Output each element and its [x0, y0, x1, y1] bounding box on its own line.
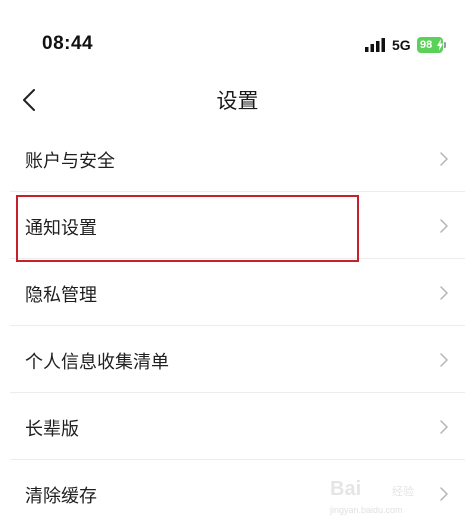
settings-item-account-security[interactable]: 账户与安全 [0, 125, 475, 192]
settings-item-label: 长辈版 [25, 419, 79, 440]
chevron-right-icon [440, 219, 448, 233]
settings-item-personal-info-list[interactable]: 个人信息收集清单 [0, 326, 475, 393]
page-title: 设置 [216, 89, 259, 113]
chevron-right-icon [440, 152, 448, 166]
settings-item-label: 隐私管理 [25, 285, 97, 306]
chevron-right-icon [440, 353, 448, 367]
nav-bar: 设置 [0, 75, 475, 123]
battery-cap [444, 42, 446, 48]
settings-item-label: 通知设置 [25, 218, 97, 239]
settings-item-notifications[interactable]: 通知设置 [0, 192, 475, 259]
chevron-right-icon [440, 286, 448, 300]
settings-list: 账户与安全 通知设置 隐私管理 个人信息收集清单 长辈版 清除缓存 [0, 125, 475, 527]
network-label: 5G [392, 37, 411, 53]
settings-item-elder-mode[interactable]: 长辈版 [0, 393, 475, 460]
settings-item-label: 清除缓存 [25, 486, 97, 507]
settings-item-privacy[interactable]: 隐私管理 [0, 259, 475, 326]
charging-bolt-icon [437, 39, 443, 51]
settings-item-label: 账户与安全 [25, 151, 115, 172]
signal-icon [365, 38, 385, 52]
status-time: 08:44 [42, 33, 94, 54]
chevron-right-icon [440, 487, 448, 501]
chevron-right-icon [440, 420, 448, 434]
settings-item-label: 个人信息收集清单 [25, 352, 169, 373]
settings-item-clear-cache[interactable]: 清除缓存 [0, 460, 475, 527]
battery-indicator: 98 [417, 37, 447, 53]
